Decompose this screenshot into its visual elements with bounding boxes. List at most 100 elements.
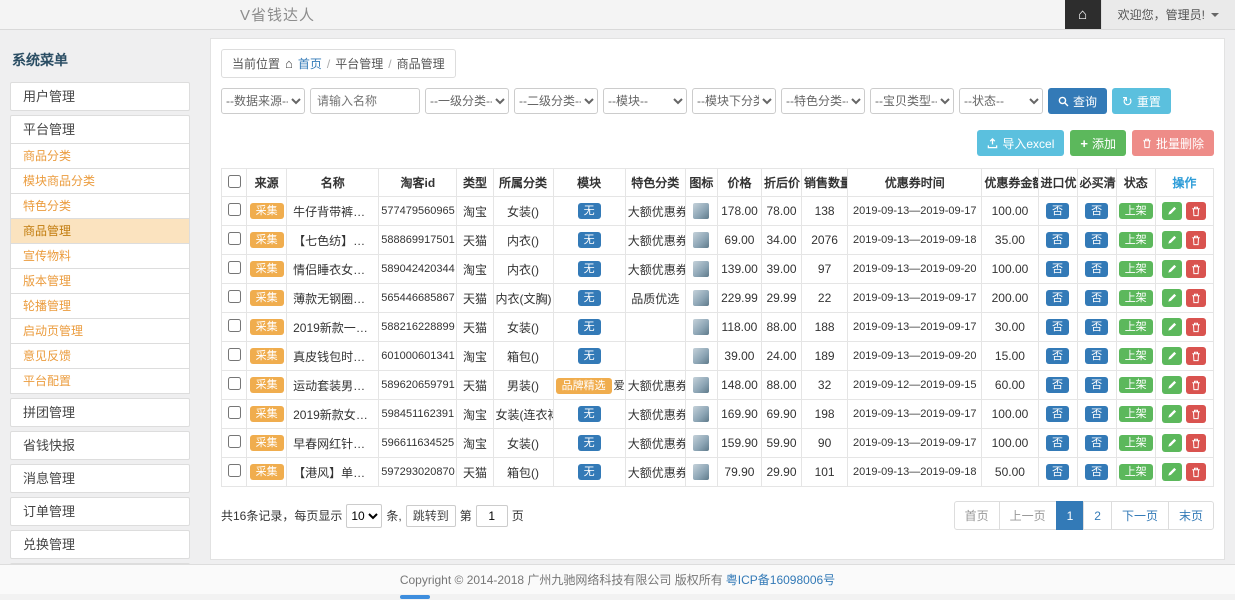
sidebar-item-消息管理[interactable]: 消息管理 bbox=[10, 464, 190, 493]
import-select-toggle[interactable]: 否 bbox=[1046, 232, 1069, 248]
sidebar-item-启动页管理[interactable]: 启动页管理 bbox=[10, 319, 190, 344]
per-page-select[interactable]: 10 bbox=[346, 504, 382, 528]
must-buy-toggle[interactable]: 否 bbox=[1085, 290, 1108, 306]
row-checkbox[interactable] bbox=[228, 348, 241, 361]
page-button-1[interactable]: 1 bbox=[1056, 501, 1085, 530]
delete-button[interactable] bbox=[1186, 202, 1206, 220]
sidebar-item-商品分类[interactable]: 商品分类 bbox=[10, 144, 190, 169]
must-buy-toggle[interactable]: 否 bbox=[1085, 348, 1108, 364]
must-buy-toggle[interactable]: 否 bbox=[1085, 261, 1108, 277]
delete-button[interactable] bbox=[1186, 260, 1206, 278]
edit-button[interactable] bbox=[1162, 376, 1182, 394]
page-button-上一页[interactable]: 上一页 bbox=[999, 501, 1057, 530]
import-select-toggle[interactable]: 否 bbox=[1046, 377, 1069, 393]
must-buy-toggle[interactable]: 否 bbox=[1085, 435, 1108, 451]
row-checkbox[interactable] bbox=[228, 261, 241, 274]
must-buy-toggle[interactable]: 否 bbox=[1085, 464, 1108, 480]
delete-button[interactable] bbox=[1186, 289, 1206, 307]
delete-button[interactable] bbox=[1186, 347, 1206, 365]
sidebar-item-模块商品分类[interactable]: 模块商品分类 bbox=[10, 169, 190, 194]
scrollbar-thumb[interactable] bbox=[400, 595, 430, 599]
import-select-toggle[interactable]: 否 bbox=[1046, 435, 1069, 451]
status-badge[interactable]: 上架 bbox=[1119, 232, 1153, 248]
status-badge[interactable]: 上架 bbox=[1119, 435, 1153, 451]
sidebar-item-轮播管理[interactable]: 轮播管理 bbox=[10, 294, 190, 319]
sidebar-item-省钱快报[interactable]: 省钱快报 bbox=[10, 431, 190, 460]
import-excel-button[interactable]: 导入excel bbox=[977, 130, 1064, 156]
edit-button[interactable] bbox=[1162, 434, 1182, 452]
filter-select[interactable]: --数据来源-- bbox=[221, 88, 305, 114]
edit-button[interactable] bbox=[1162, 231, 1182, 249]
delete-button[interactable] bbox=[1186, 231, 1206, 249]
sidebar-item-拼团管理[interactable]: 拼团管理 bbox=[10, 398, 190, 427]
sidebar-item-用户管理[interactable]: 用户管理 bbox=[10, 82, 190, 111]
filter-select[interactable]: --二级分类-- bbox=[514, 88, 598, 114]
row-checkbox[interactable] bbox=[228, 203, 241, 216]
select-all-checkbox[interactable] bbox=[228, 175, 241, 188]
row-checkbox[interactable] bbox=[228, 232, 241, 245]
status-badge[interactable]: 上架 bbox=[1119, 464, 1153, 480]
status-badge[interactable]: 上架 bbox=[1119, 290, 1153, 306]
must-buy-toggle[interactable]: 否 bbox=[1085, 232, 1108, 248]
import-select-toggle[interactable]: 否 bbox=[1046, 261, 1069, 277]
jump-page-input[interactable] bbox=[476, 505, 508, 527]
status-badge[interactable]: 上架 bbox=[1119, 406, 1153, 422]
page-button-下一页[interactable]: 下一页 bbox=[1111, 501, 1169, 530]
delete-button[interactable] bbox=[1186, 434, 1206, 452]
sidebar-item-意见反馈[interactable]: 意见反馈 bbox=[10, 344, 190, 369]
status-badge[interactable]: 上架 bbox=[1119, 348, 1153, 364]
status-badge[interactable]: 上架 bbox=[1119, 203, 1153, 219]
edit-button[interactable] bbox=[1162, 347, 1182, 365]
filter-select[interactable]: --特色分类-- bbox=[781, 88, 865, 114]
row-checkbox[interactable] bbox=[228, 290, 241, 303]
row-checkbox[interactable] bbox=[228, 464, 241, 477]
edit-button[interactable] bbox=[1162, 289, 1182, 307]
delete-button[interactable] bbox=[1186, 376, 1206, 394]
import-select-toggle[interactable]: 否 bbox=[1046, 290, 1069, 306]
edit-button[interactable] bbox=[1162, 202, 1182, 220]
import-select-toggle[interactable]: 否 bbox=[1046, 348, 1069, 364]
sidebar-item-兑换管理[interactable]: 兑换管理 bbox=[10, 530, 190, 559]
must-buy-toggle[interactable]: 否 bbox=[1085, 377, 1108, 393]
import-select-toggle[interactable]: 否 bbox=[1046, 319, 1069, 335]
filter-select[interactable]: --模块下分类-- bbox=[692, 88, 776, 114]
add-button[interactable]: + 添加 bbox=[1070, 130, 1126, 156]
sidebar-item-平台管理[interactable]: 平台管理 bbox=[10, 115, 190, 144]
filter-select[interactable]: --模块-- bbox=[603, 88, 687, 114]
batch-delete-button[interactable]: 批量删除 bbox=[1132, 130, 1214, 156]
filter-select[interactable]: --状态-- bbox=[959, 88, 1043, 114]
name-search-input[interactable] bbox=[310, 88, 420, 114]
jump-button[interactable]: 跳转到 bbox=[406, 505, 456, 527]
edit-button[interactable] bbox=[1162, 318, 1182, 336]
edit-button[interactable] bbox=[1162, 260, 1182, 278]
user-dropdown[interactable]: 欢迎您，管理员! bbox=[1101, 0, 1235, 29]
status-badge[interactable]: 上架 bbox=[1119, 377, 1153, 393]
page-button-首页[interactable]: 首页 bbox=[954, 501, 1000, 530]
import-select-toggle[interactable]: 否 bbox=[1046, 203, 1069, 219]
breadcrumb-home-link[interactable]: 首页 bbox=[298, 55, 322, 72]
sidebar-item-平台配置[interactable]: 平台配置 bbox=[10, 369, 190, 394]
delete-button[interactable] bbox=[1186, 318, 1206, 336]
delete-button[interactable] bbox=[1186, 405, 1206, 423]
edit-button[interactable] bbox=[1162, 463, 1182, 481]
reset-button[interactable]: ↻ 重置 bbox=[1112, 88, 1171, 114]
status-badge[interactable]: 上架 bbox=[1119, 319, 1153, 335]
sidebar-item-商品管理[interactable]: 商品管理 bbox=[10, 219, 190, 244]
import-select-toggle[interactable]: 否 bbox=[1046, 406, 1069, 422]
row-checkbox[interactable] bbox=[228, 406, 241, 419]
must-buy-toggle[interactable]: 否 bbox=[1085, 406, 1108, 422]
home-button[interactable]: ⌂ bbox=[1065, 0, 1101, 29]
page-button-2[interactable]: 2 bbox=[1083, 501, 1112, 530]
import-select-toggle[interactable]: 否 bbox=[1046, 464, 1069, 480]
sidebar-item-特色分类[interactable]: 特色分类 bbox=[10, 194, 190, 219]
edit-button[interactable] bbox=[1162, 405, 1182, 423]
row-checkbox[interactable] bbox=[228, 319, 241, 332]
filter-select[interactable]: --宝贝类型-- bbox=[870, 88, 954, 114]
sidebar-item-宣传物料[interactable]: 宣传物料 bbox=[10, 244, 190, 269]
sidebar-item-版本管理[interactable]: 版本管理 bbox=[10, 269, 190, 294]
filter-select[interactable]: --一级分类-- bbox=[425, 88, 509, 114]
page-button-末页[interactable]: 末页 bbox=[1168, 501, 1214, 530]
status-badge[interactable]: 上架 bbox=[1119, 261, 1153, 277]
must-buy-toggle[interactable]: 否 bbox=[1085, 319, 1108, 335]
icp-link[interactable]: 粤ICP备16098006号 bbox=[726, 571, 835, 588]
